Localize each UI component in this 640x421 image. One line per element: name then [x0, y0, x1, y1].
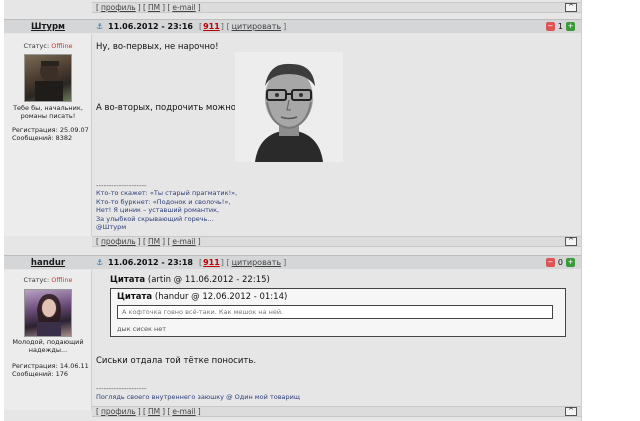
quote-title: Цитата	[110, 275, 146, 285]
post-image	[235, 52, 343, 162]
quote-text: А кофточка говно всё-таки. Как мешок на …	[117, 305, 553, 319]
rating-value: 0	[557, 258, 563, 267]
profile-link[interactable]: профиль	[101, 237, 136, 246]
pm-link[interactable]: ПМ	[148, 237, 160, 246]
post-rating: − 1 +	[545, 22, 575, 31]
avatar[interactable]	[24, 289, 72, 337]
anchor-icon[interactable]: ⚓	[96, 22, 104, 31]
author-post-count: Сообщений: 176	[12, 370, 69, 378]
rating-value: 1	[557, 22, 563, 31]
signature: Кто-то скажет: «Ты старый прагматик!», К…	[96, 189, 238, 231]
author-post-count: Сообщений: 8382	[12, 134, 73, 142]
post-links-bar: [ профиль ] [ ПМ ] [ e-mail ] ^	[92, 2, 581, 13]
avatar-image	[37, 294, 61, 336]
post-date: 11.06.2012 - 23:16	[108, 22, 193, 31]
post-links-bar: [ профиль ] [ ПМ ] [ e-mail ] ^	[92, 406, 581, 417]
scroll-top-button[interactable]: ^	[565, 3, 577, 12]
profile-link[interactable]: профиль	[101, 3, 136, 12]
pm-link[interactable]: ПМ	[148, 3, 160, 12]
avatar[interactable]	[24, 54, 72, 102]
author-nick[interactable]: handur	[4, 258, 92, 268]
author-status: Статус: Offline	[23, 276, 73, 284]
profile-link[interactable]: профиль	[101, 407, 136, 416]
quote-link[interactable]: цитировать	[232, 22, 281, 31]
author-motto: Тебе бы, начальник, романы писать!	[13, 104, 83, 120]
email-link[interactable]: e-mail	[172, 237, 195, 246]
post-rating: − 0 +	[545, 258, 575, 267]
author-motto: Молодой, подающий надежды...	[12, 338, 84, 354]
quote-block: Цитата (artin @ 11.06.2012 - 22:15) Цита…	[110, 275, 566, 338]
author-registration: Регистрация: 25.09.07	[12, 126, 89, 134]
nested-quote: Цитата (handur @ 12.06.2012 - 01:14) А к…	[110, 288, 566, 337]
author-nick[interactable]: Штурм	[4, 22, 92, 32]
scroll-top-button[interactable]: ^	[565, 407, 577, 416]
avatar-image	[35, 61, 63, 101]
pm-link[interactable]: ПМ	[148, 407, 160, 416]
rate-up-icon[interactable]: +	[566, 258, 575, 267]
rate-down-icon[interactable]: −	[545, 22, 555, 31]
post-text: Сиськи отдала той тётке поносить.	[96, 356, 257, 366]
author-registration: Регистрация: 14.06.11	[12, 362, 89, 370]
quote-meta: (handur @ 12.06.2012 - 01:14)	[154, 292, 288, 302]
quote-title: Цитата	[117, 292, 153, 302]
rate-up-icon[interactable]: +	[566, 22, 575, 31]
signature-separator: --------------------	[96, 385, 147, 393]
post-text: Ну, во-первых, не нарочно!	[96, 42, 219, 52]
scroll-top-button[interactable]: ^	[565, 237, 577, 246]
author-status: Статус: Offline	[23, 42, 73, 50]
post-header: Штурм ⚓ 11.06.2012 - 23:16 [ 911 ] [ цит…	[4, 19, 581, 33]
email-link[interactable]: e-mail	[172, 407, 195, 416]
anchor-icon[interactable]: ⚓	[96, 258, 104, 267]
quote-meta: (artin @ 11.06.2012 - 22:15)	[147, 275, 270, 285]
signature: Поглядь своего внутреннего заюшку @ Один…	[96, 393, 301, 401]
post-date: 11.06.2012 - 23:18	[108, 258, 193, 267]
post-number[interactable]: 911	[203, 258, 220, 267]
post-header: handur ⚓ 11.06.2012 - 23:18 [ 911 ] [ ци…	[4, 255, 581, 269]
quote-link[interactable]: цитировать	[232, 258, 281, 267]
email-link[interactable]: e-mail	[172, 3, 195, 12]
post-links-bar: [ профиль ] [ ПМ ] [ e-mail ] ^	[92, 236, 581, 247]
forum-thread: [ профиль ] [ ПМ ] [ e-mail ] ^ Штурм ⚓ …	[4, 0, 582, 421]
portrait-image	[235, 52, 343, 162]
quote-reply-text: дык сисек нет	[117, 325, 167, 333]
rate-down-icon[interactable]: −	[545, 258, 555, 267]
post-number[interactable]: 911	[203, 22, 220, 31]
